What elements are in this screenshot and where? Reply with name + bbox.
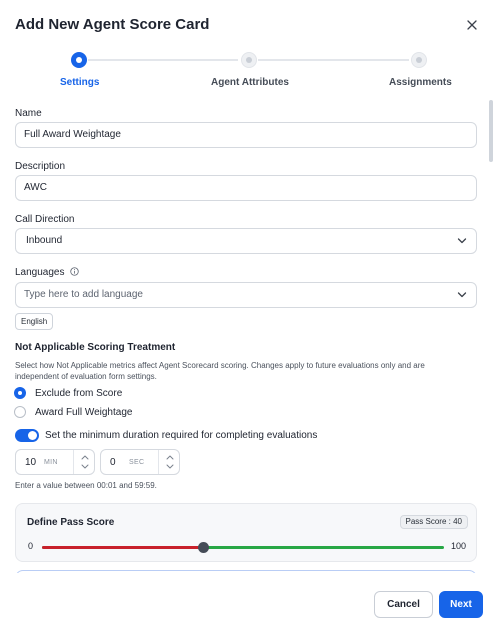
radio-label: Award Full Weightage (35, 406, 133, 418)
min-duration-row: Set the minimum duration required for co… (15, 429, 317, 442)
languages-label: Languages (15, 267, 79, 278)
step-connector (258, 59, 409, 61)
min-duration-toggle[interactable] (15, 429, 39, 442)
description-input[interactable]: AWC (15, 175, 477, 201)
description-label: Description (15, 161, 66, 172)
name-input[interactable]: Full Award Weightage (15, 122, 477, 148)
minutes-value[interactable]: 10 (25, 457, 36, 468)
form-scroll-area[interactable]: Name Full Award Weightage Description AW… (0, 100, 495, 573)
not-applicable-title: Not Applicable Scoring Treatment (15, 342, 176, 353)
cancel-button[interactable]: Cancel (374, 591, 433, 618)
radio-award-full-weightage[interactable]: Award Full Weightage (14, 405, 132, 419)
scrollbar-thumb[interactable] (489, 100, 493, 162)
step-connector (88, 59, 238, 61)
pass-score-badge: Pass Score : 40 (399, 515, 468, 529)
close-icon[interactable] (464, 17, 480, 33)
slider-max-label: 100 (450, 541, 466, 551)
next-button[interactable]: Next (439, 591, 483, 618)
languages-placeholder: Type here to add language (24, 289, 143, 300)
seconds-stepper[interactable]: 0 SEC (100, 449, 180, 475)
pass-score-card: Define Pass Score Pass Score : 40 0 100 (15, 503, 477, 562)
dialog-footer: Cancel Next (0, 573, 495, 625)
pass-score-title: Define Pass Score (27, 517, 115, 528)
call-direction-select[interactable]: Inbound (15, 228, 477, 254)
step-label-settings[interactable]: Settings (60, 77, 99, 88)
radio-unselected-icon[interactable] (14, 406, 26, 418)
radio-exclude-from-score[interactable]: Exclude from Score (14, 386, 122, 400)
not-applicable-help: Select how Not Applicable metrics affect… (15, 361, 425, 381)
language-chip-english[interactable]: English (15, 313, 54, 330)
pass-score-slider-fill (42, 546, 203, 549)
step-indicator-settings[interactable] (71, 52, 87, 68)
seconds-value[interactable]: 0 (110, 457, 116, 468)
info-icon[interactable] (70, 267, 79, 276)
chevron-down-icon (457, 292, 467, 298)
dialog-title: Add New Agent Score Card (15, 16, 210, 33)
call-direction-label: Call Direction (15, 214, 75, 225)
step-label-assignments[interactable]: Assignments (389, 77, 452, 88)
radio-selected-icon[interactable] (14, 387, 26, 399)
spin-arrows-icon[interactable] (158, 450, 181, 474)
step-label-agent-attributes[interactable]: Agent Attributes (211, 77, 289, 88)
step-indicator-agent-attributes[interactable] (241, 52, 257, 68)
call-direction-value: Inbound (26, 235, 63, 246)
pass-score-slider-thumb[interactable] (197, 542, 209, 553)
languages-input[interactable]: Type here to add language (15, 282, 477, 308)
min-duration-label: Set the minimum duration required for co… (45, 430, 318, 441)
chevron-down-icon (457, 238, 467, 244)
name-label: Name (15, 108, 42, 119)
duration-hint: Enter a value between 00:01 and 59:59. (15, 481, 157, 490)
radio-label: Exclude from Score (35, 387, 123, 399)
step-indicator-assignments[interactable] (411, 52, 427, 68)
slider-min-label: 0 (28, 541, 34, 551)
minutes-stepper[interactable]: 10 MIN (15, 449, 95, 475)
spin-arrows-icon[interactable] (73, 450, 96, 474)
seconds-unit: SEC (129, 459, 145, 466)
progress-stepper: Settings Agent Attributes Assignments (0, 50, 495, 90)
pass-score-slider-track[interactable] (42, 542, 444, 553)
minutes-unit: MIN (44, 459, 58, 466)
languages-label-text: Languages (15, 267, 65, 278)
